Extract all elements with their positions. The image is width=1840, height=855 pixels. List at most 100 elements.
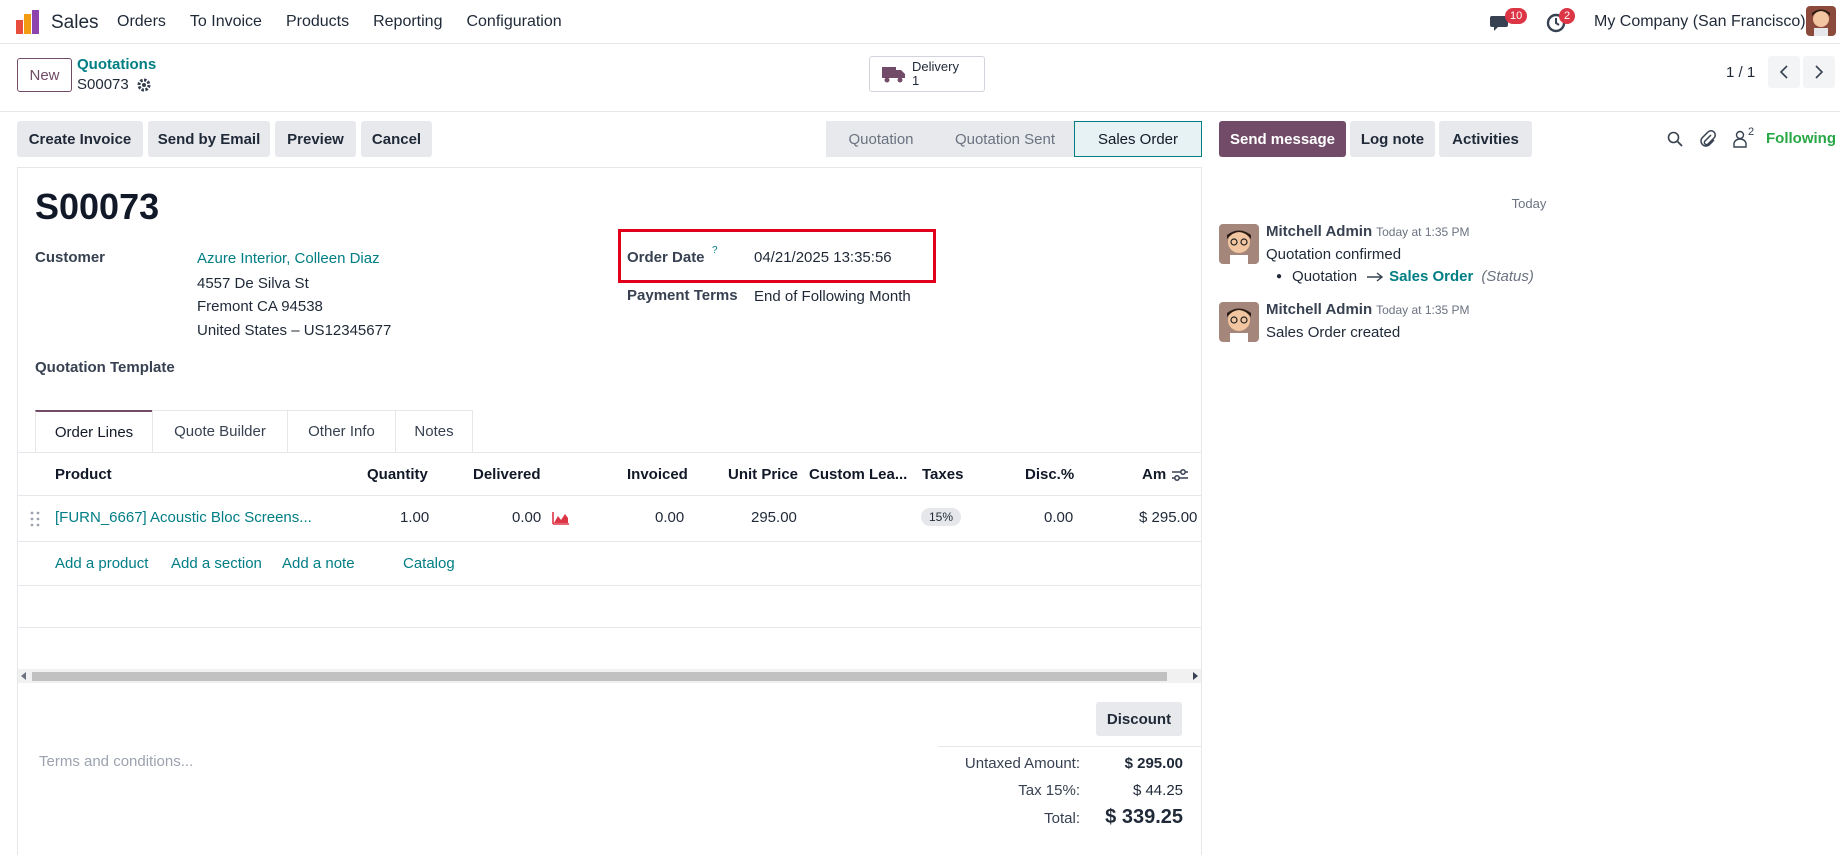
tab-notes[interactable]: Notes: [395, 410, 473, 452]
scrollbar-thumb[interactable]: [32, 672, 1167, 681]
discount-button[interactable]: Discount: [1096, 702, 1182, 736]
drag-handle-icon[interactable]: [30, 511, 40, 527]
column-discount[interactable]: Disc.%: [1025, 466, 1074, 483]
app-name[interactable]: Sales: [51, 12, 99, 34]
terms-conditions-input[interactable]: Terms and conditions...: [39, 753, 193, 770]
add-note-link[interactable]: Add a note: [282, 555, 355, 572]
add-section-link[interactable]: Add a section: [171, 555, 262, 572]
column-custom-lead[interactable]: Custom Lea...: [809, 466, 907, 483]
customer-link[interactable]: Azure Interior, Colleen Diaz: [197, 250, 380, 267]
catalog-link[interactable]: Catalog: [403, 555, 455, 572]
sales-app-icon[interactable]: [14, 10, 42, 36]
untaxed-amount-value: $ 295.00: [1124, 755, 1183, 772]
payment-terms-field[interactable]: End of Following Month: [754, 288, 911, 305]
tracking-change: ● Quotation Sales Order (Status): [1276, 268, 1534, 285]
message-author[interactable]: Mitchell Admin Today at 1:35 PM: [1266, 223, 1470, 240]
payment-terms-label: Payment Terms: [627, 287, 738, 304]
status-sales-order[interactable]: Sales Order: [1074, 121, 1202, 157]
message-author[interactable]: Mitchell Admin Today at 1:35 PM: [1266, 301, 1470, 318]
delivery-smart-button[interactable]: Delivery 1: [869, 56, 985, 92]
user-avatar[interactable]: [1806, 6, 1836, 36]
menu-configuration[interactable]: Configuration: [466, 13, 561, 31]
avatar[interactable]: [1219, 224, 1259, 264]
pager-next-button[interactable]: [1803, 56, 1835, 88]
following-button[interactable]: Following: [1766, 130, 1836, 147]
company-switcher[interactable]: My Company (San Francisco): [1594, 13, 1806, 31]
tax-badge[interactable]: 15%: [921, 508, 962, 526]
followers-icon[interactable]: [1733, 130, 1747, 148]
status-quotation-sent[interactable]: Quotation Sent: [936, 121, 1074, 157]
send-by-email-button[interactable]: Send by Email: [148, 121, 270, 157]
breadcrumb-current: S00073: [77, 76, 151, 93]
menu-orders[interactable]: Orders: [117, 13, 166, 31]
log-note-button[interactable]: Log note: [1350, 121, 1435, 157]
send-message-button[interactable]: Send message: [1219, 121, 1346, 157]
today-separator: Today: [1511, 196, 1547, 211]
paperclip-icon[interactable]: [1700, 130, 1716, 148]
column-taxes[interactable]: Taxes: [922, 466, 963, 483]
menu-products[interactable]: Products: [286, 13, 349, 31]
column-unit-price[interactable]: Unit Price: [728, 466, 798, 483]
column-invoiced[interactable]: Invoiced: [627, 466, 688, 483]
horizontal-scrollbar[interactable]: [18, 669, 1201, 683]
tab-quote-builder[interactable]: Quote Builder: [152, 410, 288, 452]
invoiced-cell: 0.00: [655, 509, 685, 526]
column-delivered[interactable]: Delivered: [473, 466, 541, 483]
order-date-help-icon[interactable]: ?: [712, 245, 718, 256]
forecast-chart-icon[interactable]: [552, 511, 570, 525]
total-value: $ 339.25: [1105, 806, 1183, 828]
chevron-right-icon: [1815, 65, 1824, 79]
column-quantity[interactable]: Quantity: [367, 466, 428, 483]
gear-icon[interactable]: [137, 78, 151, 92]
arrow-right-icon: [1367, 271, 1384, 282]
delivered-cell: 0.00: [512, 509, 542, 526]
untaxed-amount-label: Untaxed Amount:: [964, 755, 1080, 772]
column-amount[interactable]: Am: [1142, 466, 1166, 483]
total-label: Total:: [1044, 810, 1080, 827]
pager-value[interactable]: 1 / 1: [1726, 64, 1755, 81]
search-icon[interactable]: [1667, 131, 1683, 147]
order-date-field[interactable]: 04/21/2025 13:35:56: [754, 249, 892, 266]
messages-badge: 10: [1505, 8, 1528, 24]
preview-button[interactable]: Preview: [275, 121, 356, 157]
create-invoice-button[interactable]: Create Invoice: [17, 121, 143, 157]
avatar[interactable]: [1219, 302, 1259, 342]
message-author-name[interactable]: Mitchell Admin: [1266, 223, 1372, 240]
customer-address-line2: Fremont CA 94538: [197, 298, 323, 315]
menu-reporting[interactable]: Reporting: [373, 13, 442, 31]
scroll-left-icon[interactable]: [21, 672, 27, 680]
discount-cell[interactable]: 0.00: [1044, 509, 1073, 526]
add-product-link[interactable]: Add a product: [55, 555, 148, 572]
activities-button[interactable]: Activities: [1439, 121, 1532, 157]
tab-other-info[interactable]: Other Info: [287, 410, 396, 452]
message-body: Quotation confirmed: [1266, 246, 1402, 263]
tax-value: $ 44.25: [1132, 782, 1183, 799]
notebook-tabs: Order Lines Quote Builder Other Info Not…: [35, 410, 473, 452]
scroll-right-icon[interactable]: [1192, 672, 1198, 680]
column-product[interactable]: Product: [55, 466, 112, 483]
pager-previous-button[interactable]: [1768, 56, 1800, 88]
product-cell[interactable]: [FURN_6667] Acoustic Bloc Screens...: [55, 509, 312, 526]
status-quotation[interactable]: Quotation: [826, 121, 936, 157]
chevron-left-icon: [1779, 65, 1788, 79]
menu-to-invoice[interactable]: To Invoice: [190, 13, 262, 31]
quantity-cell[interactable]: 1.00: [400, 509, 429, 526]
new-button[interactable]: New: [17, 58, 72, 92]
add-line-row: Add a product Add a section Add a note C…: [18, 542, 1201, 586]
tab-order-lines[interactable]: Order Lines: [35, 410, 153, 452]
column-settings-icon[interactable]: [1172, 468, 1188, 482]
breadcrumb-quotations[interactable]: Quotations: [77, 56, 156, 73]
message-author-name[interactable]: Mitchell Admin: [1266, 301, 1372, 318]
tracking-old-value: Quotation: [1292, 268, 1358, 285]
tracking-new-value: Sales Order: [1389, 268, 1474, 285]
message-time: Today at 1:35 PM: [1376, 225, 1470, 239]
tracking-field: (Status): [1481, 268, 1534, 285]
bullet-icon: ●: [1276, 271, 1283, 282]
table-row[interactable]: [FURN_6667] Acoustic Bloc Screens... 1.0…: [18, 496, 1201, 542]
delivery-label: Delivery: [912, 59, 959, 74]
truck-icon: [882, 67, 905, 83]
message-body: Sales Order created: [1266, 324, 1401, 341]
unit-price-cell[interactable]: 295.00: [751, 509, 797, 526]
cancel-button[interactable]: Cancel: [361, 121, 432, 157]
page-title: S00073: [35, 186, 160, 227]
